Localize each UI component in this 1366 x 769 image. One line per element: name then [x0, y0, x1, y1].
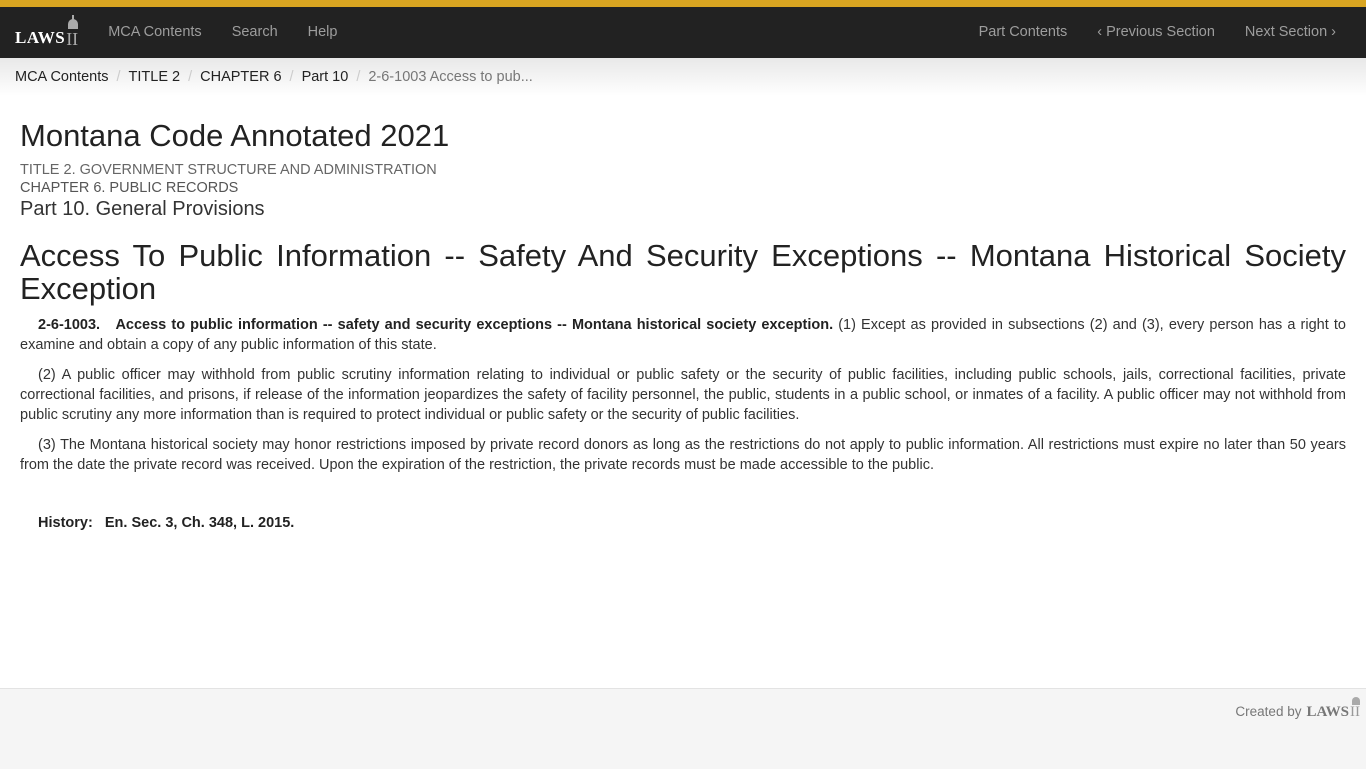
breadcrumb: MCA Contents / TITLE 2 / CHAPTER 6 / Par… [0, 58, 1366, 96]
nav-next-section[interactable]: Next Section › [1230, 7, 1351, 58]
breadcrumb-part[interactable]: Part 10 [302, 69, 349, 85]
history: History: En. Sec. 3, Ch. 348, L. 2015. [20, 515, 1346, 531]
breadcrumb-separator: / [188, 69, 193, 85]
breadcrumb-separator: / [289, 69, 294, 85]
accent-bar [0, 0, 1366, 7]
subsection-3: (3) The Montana historical society may h… [20, 437, 1346, 474]
footer: Created by LAWS II [0, 688, 1366, 769]
breadcrumb-title[interactable]: TITLE 2 [129, 69, 181, 85]
nav-right: Part Contents ‹ Previous Section Next Se… [964, 7, 1351, 58]
section-heading: Access To Public Information -- Safety A… [20, 238, 1346, 307]
section-number: 2-6-1003. [38, 317, 101, 334]
main-content: Montana Code Annotated 2021 TITLE 2. GOV… [0, 118, 1366, 531]
capitol-icon: II [1350, 697, 1360, 721]
breadcrumb-current: 2-6-1003 Access to pub... [368, 69, 533, 85]
subsection-2: (2) A public officer may withhold from p… [20, 367, 1346, 424]
nav-mca-contents[interactable]: MCA Contents [93, 7, 217, 58]
nav-search[interactable]: Search [217, 7, 293, 58]
breadcrumb-separator: / [356, 69, 361, 85]
history-label: History: [38, 515, 93, 532]
footer-logo[interactable]: LAWS [1306, 704, 1349, 721]
navbar: LAWS II MCA Contents Search Help Part Co… [0, 7, 1366, 58]
nav-left: MCA Contents Search Help [93, 7, 352, 58]
capitol-icon: II [66, 14, 79, 48]
nav-previous-section[interactable]: ‹ Previous Section [1082, 7, 1230, 58]
breadcrumb-separator: / [116, 69, 121, 85]
breadcrumb-chapter[interactable]: CHAPTER 6 [200, 69, 281, 85]
page-title: Montana Code Annotated 2021 [20, 118, 450, 153]
footer-text: Created by [1235, 704, 1302, 719]
section-paragraph-1: 2-6-1003. Access to public information -… [20, 315, 1346, 355]
nav-part-contents[interactable]: Part Contents [964, 7, 1083, 58]
breadcrumb-mca-contents[interactable]: MCA Contents [15, 69, 109, 85]
history-value: En. Sec. 3, Ch. 348, L. 2015. [104, 515, 295, 532]
part-line: Part 10. General Provisions [20, 198, 265, 221]
nav-help[interactable]: Help [293, 7, 353, 58]
chapter-line: CHAPTER 6. PUBLIC RECORDS [20, 180, 239, 197]
logo-text: LAWS [15, 27, 66, 47]
title-line: TITLE 2. GOVERNMENT STRUCTURE AND ADMINI… [20, 162, 437, 179]
section-catchline: Access to public information -- safety a… [115, 317, 834, 334]
laws-logo[interactable]: LAWS II [15, 14, 79, 48]
